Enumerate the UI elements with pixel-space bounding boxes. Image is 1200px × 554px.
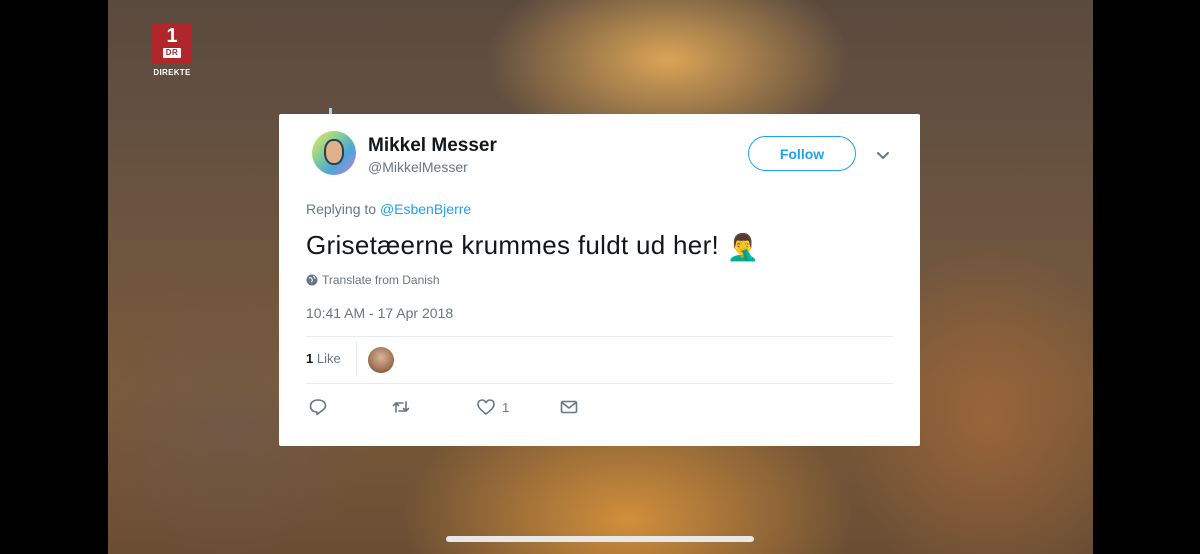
avatar-face: [324, 139, 344, 165]
author-avatar[interactable]: [312, 131, 356, 175]
channel-logo: 1 DR DIREKTE: [152, 24, 192, 77]
author-handle[interactable]: @MikkelMesser: [368, 159, 468, 175]
tweet-body: Grisetæerne krummes fuldt ud her!: [306, 230, 720, 260]
likes-number: 1: [306, 351, 314, 366]
reply-action[interactable]: [308, 396, 328, 418]
reply-prefix: Replying to: [306, 201, 377, 217]
author-name[interactable]: Mikkel Messer: [368, 135, 497, 157]
facepalm-emoji: 🤦‍♂️: [726, 231, 760, 262]
channel-number: 1: [166, 25, 178, 47]
likes-word: Like: [316, 351, 341, 366]
likes-summary[interactable]: 1 Like: [306, 351, 341, 366]
divider-top: [306, 336, 893, 337]
globe-icon: [306, 274, 318, 286]
likes-separator: [356, 341, 357, 376]
chevron-down-icon[interactable]: [875, 147, 891, 163]
follow-button[interactable]: Follow: [748, 136, 856, 171]
reply-icon: [309, 399, 327, 416]
retweet-action[interactable]: [391, 396, 411, 418]
like-action-count: 1: [502, 399, 510, 415]
message-action[interactable]: [559, 396, 579, 418]
translate-label: Translate from Danish: [322, 273, 440, 287]
dr1-logo: 1 DR: [152, 24, 192, 64]
home-indicator[interactable]: [446, 536, 754, 542]
reply-context: Replying to @EsbenBjerre: [306, 201, 471, 217]
heart-icon: [477, 399, 495, 415]
translate-link[interactable]: Translate from Danish: [306, 273, 440, 287]
like-action[interactable]: 1: [476, 396, 509, 418]
tweet-text: Grisetæerne krummes fuldt ud her! 🤦‍♂️: [306, 230, 759, 263]
tweet-timestamp[interactable]: 10:41 AM - 17 Apr 2018: [306, 305, 453, 321]
tweet-card: Mikkel Messer @MikkelMesser Follow Reply…: [279, 114, 920, 446]
retweet-icon: [392, 401, 410, 413]
liker-avatar[interactable]: [368, 347, 394, 373]
envelope-icon: [560, 400, 578, 414]
channel-brand: DR: [162, 48, 182, 58]
reply-to-link[interactable]: @EsbenBjerre: [380, 201, 471, 217]
live-label: DIREKTE: [153, 68, 191, 77]
divider-bottom: [306, 383, 893, 384]
